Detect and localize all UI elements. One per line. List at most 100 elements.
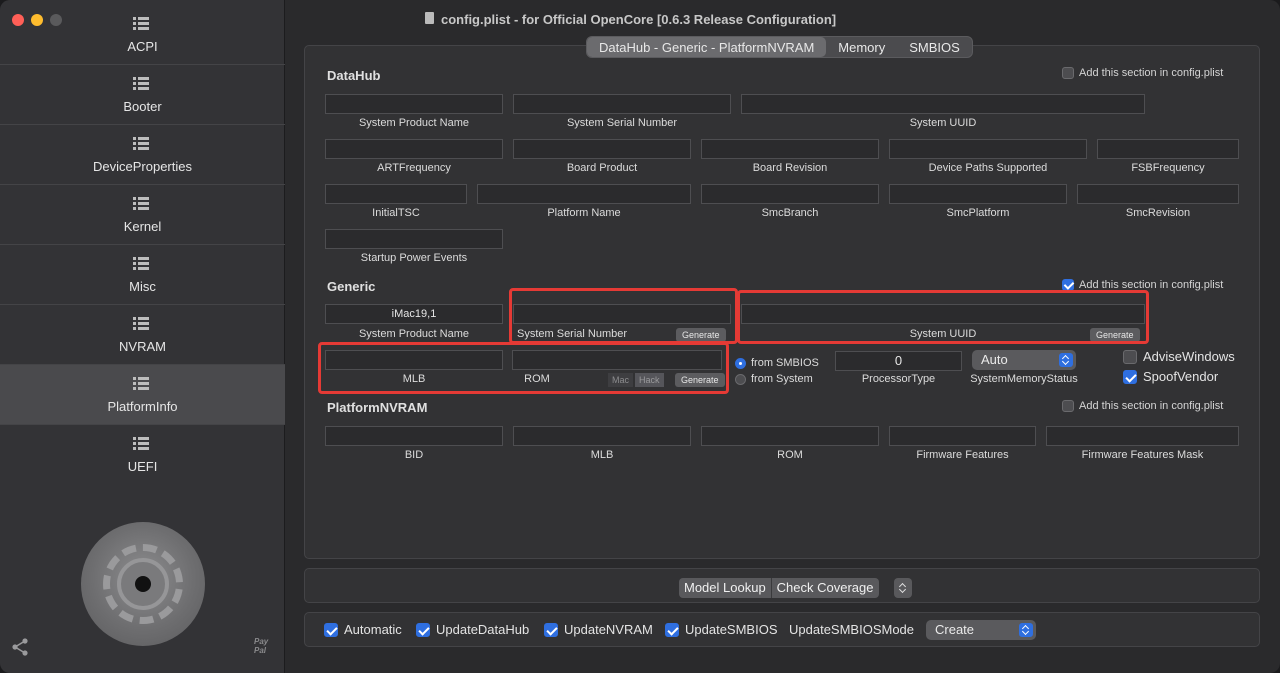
highlight-box-mlb-rom <box>318 342 729 394</box>
app-window: ACPI Booter DeviceProperties Kernel Misc… <box>0 0 1280 673</box>
update-smbios-mode-label: UpdateSMBIOSMode <box>789 622 915 637</box>
sidebar-item-booter[interactable]: Booter <box>0 65 285 125</box>
from-smbios-radio[interactable]: from SMBIOS <box>735 357 819 369</box>
field-label: System Product Name <box>358 117 470 129</box>
field-label: Firmware Features <box>916 449 1009 461</box>
share-icon[interactable] <box>10 637 30 657</box>
datahub-system-uuid-field[interactable] <box>741 94 1145 114</box>
sidebar-item-acpi[interactable]: ACPI <box>0 5 285 65</box>
nvram-rom-field[interactable] <box>701 426 879 446</box>
field-label: ARTFrequency <box>377 162 451 174</box>
field-label: ProcessorType <box>861 373 936 385</box>
checkbox-icon <box>416 622 430 637</box>
processor-type-field[interactable]: 0 <box>835 351 962 371</box>
update-datahub-checkbox[interactable]: UpdateDataHub <box>416 622 529 637</box>
automatic-checkbox[interactable]: Automatic <box>324 622 402 637</box>
tab-datahub-generic-platformnvram[interactable]: DataHub - Generic - PlatformNVRAM <box>587 37 827 57</box>
field-label: SmcPlatform <box>946 207 1010 219</box>
datahub-device-paths-supported-field[interactable] <box>889 139 1087 159</box>
document-icon <box>425 12 434 24</box>
datahub-system-product-name-field[interactable] <box>325 94 503 114</box>
sidebar-item-kernel[interactable]: Kernel <box>0 185 285 245</box>
highlight-box-uuid <box>737 290 1149 344</box>
update-smbios-checkbox[interactable]: UpdateSMBIOS <box>665 622 778 637</box>
field-label: Firmware Features Mask <box>1081 449 1204 461</box>
datahub-board-product-field[interactable] <box>513 139 691 159</box>
from-system-radio[interactable]: from System <box>735 373 813 385</box>
tab-memory[interactable]: Memory <box>826 37 897 57</box>
sidebar-item-misc[interactable]: Misc <box>0 245 285 305</box>
checkbox-label: AdviseWindows <box>1143 349 1235 364</box>
datahub-system-serial-number-field[interactable] <box>513 94 731 114</box>
sidebar-item-deviceproperties[interactable]: DeviceProperties <box>0 125 285 185</box>
chevron-updown-icon <box>896 581 910 595</box>
generic-system-product-name-field[interactable]: iMac19,1 <box>325 304 503 324</box>
advise-windows-checkbox[interactable]: AdviseWindows <box>1123 349 1235 364</box>
paypal-logo[interactable]: Pay Pal <box>254 637 274 655</box>
list-icon <box>133 317 149 331</box>
datahub-initialtsc-field[interactable] <box>325 184 467 204</box>
checkbox-icon <box>665 622 679 637</box>
field-label: Startup Power Events <box>360 252 468 264</box>
lookup-segmented-control: Model Lookup Check Coverage <box>679 578 879 598</box>
datahub-startup-power-events-field[interactable] <box>325 229 503 249</box>
sidebar-item-label: Misc <box>129 279 156 294</box>
update-smbios-mode-popup[interactable]: Create <box>926 620 1036 640</box>
field-label: MLB <box>590 449 614 461</box>
field-label: Board Revision <box>752 162 828 174</box>
model-lookup-button[interactable]: Model Lookup <box>679 578 771 598</box>
checkbox-icon <box>1062 400 1074 412</box>
sidebar: ACPI Booter DeviceProperties Kernel Misc… <box>0 0 285 673</box>
field-label: Platform Name <box>547 207 621 219</box>
opencore-wheel-logo[interactable] <box>81 522 205 646</box>
datahub-add-checkbox[interactable]: Add this section in config.plist <box>1062 67 1223 79</box>
list-icon <box>133 17 149 31</box>
chevron-updown-icon <box>1019 623 1033 637</box>
nvram-firmware-features-field[interactable] <box>889 426 1036 446</box>
highlight-box-serial <box>509 288 738 344</box>
checkbox-icon <box>544 622 558 637</box>
field-label: Board Product <box>566 162 638 174</box>
checkbox-icon <box>1123 349 1137 364</box>
sidebar-item-label: Booter <box>123 99 162 114</box>
platformnvram-add-checkbox[interactable]: Add this section in config.plist <box>1062 400 1223 412</box>
tab-smbios[interactable]: SMBIOS <box>897 37 972 57</box>
radio-label: from SMBIOS <box>751 357 819 369</box>
sidebar-item-nvram[interactable]: NVRAM <box>0 305 285 365</box>
popup-value: Auto <box>981 352 1008 367</box>
field-label: System Serial Number <box>566 117 678 129</box>
sidebar-item-label: ACPI <box>127 39 158 54</box>
datahub-platform-name-field[interactable] <box>477 184 691 204</box>
nvram-mlb-field[interactable] <box>513 426 691 446</box>
list-icon <box>133 257 149 271</box>
field-label: SmcRevision <box>1125 207 1191 219</box>
datahub-smcbranch-field[interactable] <box>701 184 879 204</box>
section-title-generic: Generic <box>327 279 376 294</box>
datahub-fsbfrequency-field[interactable] <box>1097 139 1239 159</box>
nvram-bid-field[interactable] <box>325 426 503 446</box>
update-nvram-checkbox[interactable]: UpdateNVRAM <box>544 622 653 637</box>
check-coverage-button[interactable]: Check Coverage <box>770 578 879 598</box>
field-label: BID <box>404 449 424 461</box>
sidebar-item-label: DeviceProperties <box>93 159 192 174</box>
datahub-smcplatform-field[interactable] <box>889 184 1067 204</box>
field-label: System Product Name <box>358 328 470 340</box>
window-title: config.plist - for Official OpenCore [0.… <box>441 12 837 27</box>
datahub-smcrevision-field[interactable] <box>1077 184 1239 204</box>
checkbox-icon <box>1062 67 1074 79</box>
chevron-updown-icon <box>1059 353 1073 367</box>
radio-icon <box>735 373 746 385</box>
popup-value: Create <box>935 622 975 637</box>
sidebar-item-uefi[interactable]: UEFI <box>0 425 285 485</box>
datahub-artfrequency-field[interactable] <box>325 139 503 159</box>
field-label: ROM <box>777 449 803 461</box>
spoof-vendor-checkbox[interactable]: SpoofVendor <box>1123 369 1218 384</box>
radio-label: from System <box>751 373 813 385</box>
sidebar-item-platforminfo[interactable]: PlatformInfo <box>0 365 285 425</box>
checkbox-label: Add this section in config.plist <box>1079 400 1224 412</box>
datahub-board-revision-field[interactable] <box>701 139 879 159</box>
system-memory-status-popup[interactable]: Auto <box>972 350 1076 370</box>
field-label: SmcBranch <box>761 207 819 219</box>
lookup-options-popup[interactable] <box>894 578 912 598</box>
nvram-firmware-features-mask-field[interactable] <box>1046 426 1239 446</box>
